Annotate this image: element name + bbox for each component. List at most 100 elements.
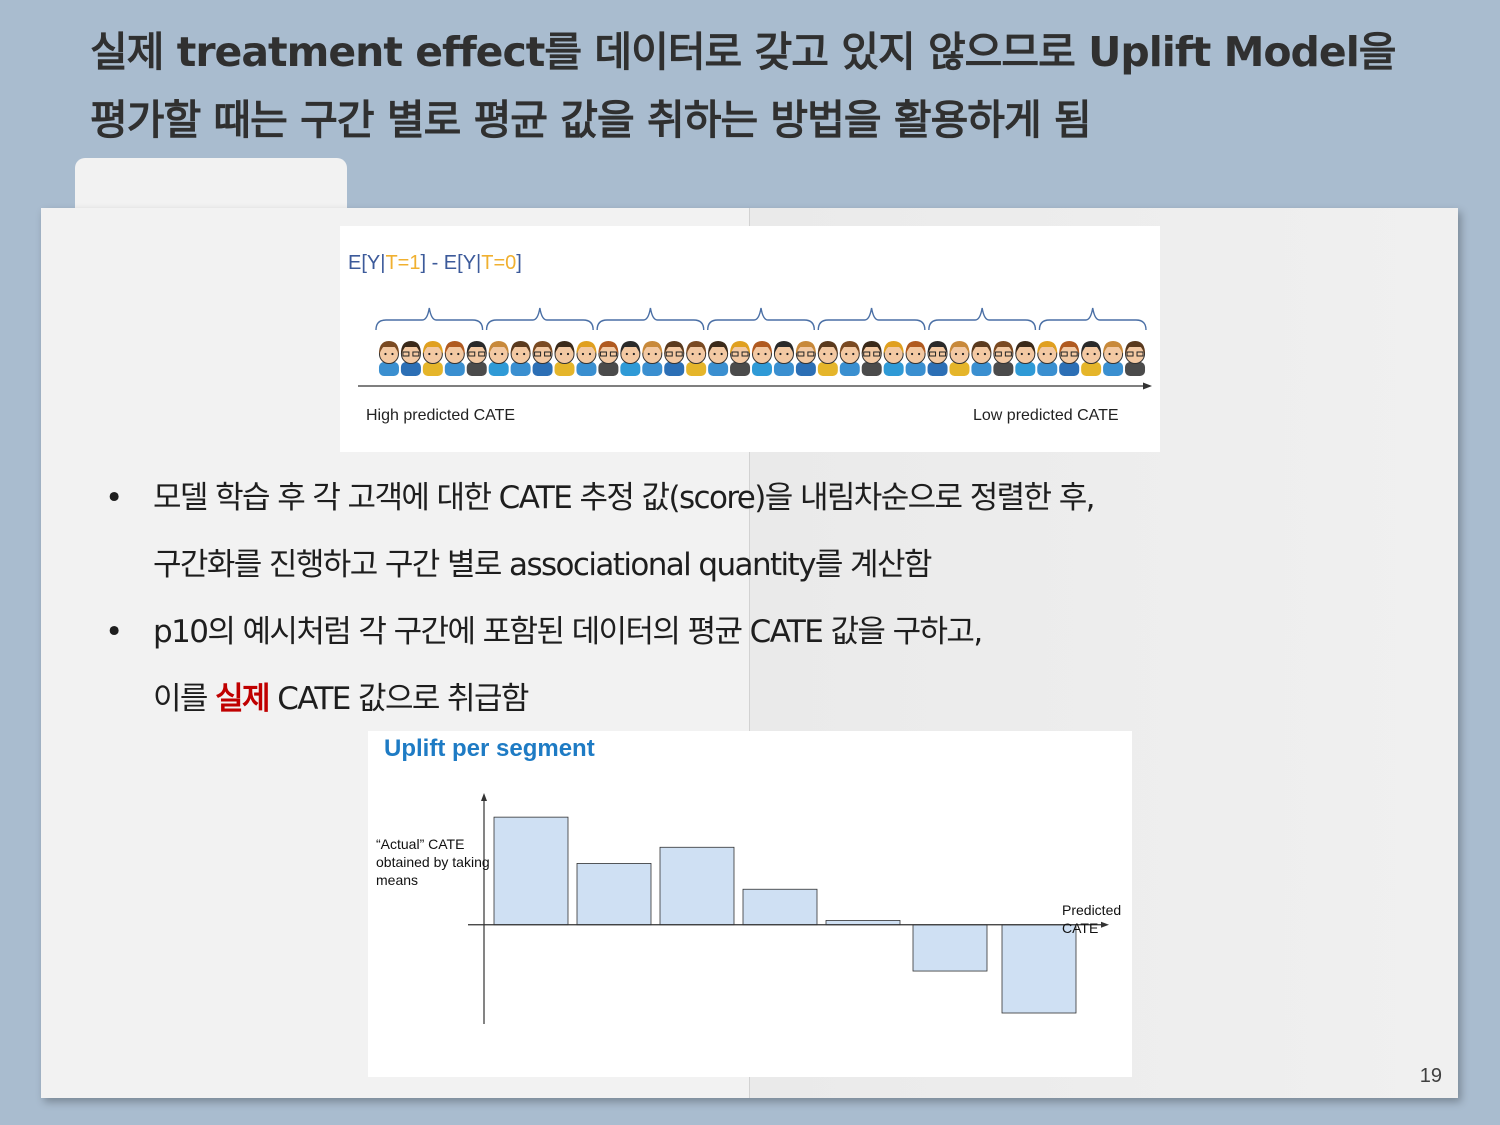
person-icon [993,341,1014,376]
person-shirt [839,362,860,376]
person-icon [1103,341,1124,376]
slide-title-line-1: 실제 treatment effect를 데이터로 갖고 있지 않으므로 Upl… [90,28,1396,76]
person-shirt [708,362,729,376]
person-icon [883,341,904,376]
person-eye [435,352,438,356]
person-eye [428,352,431,356]
person-eye [786,352,789,356]
bullet-1-line-2: 구간화를 진행하고 구간 별로 associational quantity를 … [153,547,932,583]
person-eye [494,352,497,356]
x-axis-label: Predicted CATE [1062,902,1122,936]
person-shirt [510,362,531,376]
low-cate-label: Low predicted CATE [973,407,1119,424]
person-shirt [1037,362,1058,376]
highlight-word: 실제 [215,681,270,717]
person-icon [1125,341,1146,376]
person-eye [1108,352,1111,356]
person-eye [823,352,826,356]
crowd-figure: E[Y|T=1] - E[Y|T=0] High predicted CATE … [340,226,1160,452]
person-eye [852,352,855,356]
person-icon [1015,341,1036,376]
person-eye [384,352,387,356]
bullet-2-line-1: p10의 예시처럼 각 구간에 포함된 데이터의 평균 CATE 값을 구하고, [153,614,983,650]
person-shirt [400,362,421,376]
bullet-2-line-2: 이를 실제 CATE 값으로 취급함 [153,671,529,727]
person-eye [698,352,701,356]
person-shirt [1015,362,1036,376]
person-shirt [795,362,816,376]
bar-segment-1 [493,816,569,926]
person-eye [757,352,760,356]
arrow-head-icon [1143,382,1152,390]
person-icon [664,341,685,376]
person-icon [773,341,794,376]
person-shirt [817,362,838,376]
person-shirt [730,362,751,376]
person-eye [566,352,570,356]
person-icon [686,341,707,376]
bullet-1: • 모델 학습 후 각 고객에 대한 CATE 추정 값(score)을 내림차… [105,470,1255,537]
person-shirt [1059,362,1080,376]
person-icon [532,341,553,376]
person-icon [510,341,531,376]
uplift-chart: Uplift per segment “Actual” CATE obtaine… [368,731,1132,1077]
person-shirt [620,362,641,376]
bar-segment-4 [742,888,818,926]
person-eye [911,352,914,356]
crowd-illustration [358,307,1152,390]
person-eye [647,352,650,356]
person-eye [720,352,723,356]
person-eye [632,352,635,356]
person-shirt [949,362,970,376]
segment-brace [1038,307,1147,331]
person-icon [400,341,421,376]
bar-chart-svg [468,793,1109,1024]
person-icon [620,341,641,376]
person-icon [642,341,663,376]
person-icon [1081,341,1102,376]
person-shirt [971,362,992,376]
person-eye [1027,352,1030,356]
person-shirt [1125,362,1146,376]
person-eye [889,352,892,356]
person-shirt [752,362,772,376]
segment-brace [817,307,926,331]
person-eye [588,352,592,356]
person-shirt [466,362,487,376]
person-eye [625,352,628,356]
person-icon [488,341,509,376]
person-eye [457,352,460,356]
person-shirt [378,362,399,376]
person-eye [918,352,921,356]
high-cate-label: High predicted CATE [366,407,516,424]
bullet-2-text-before: 이를 [153,681,216,717]
person-shirt [664,362,685,376]
bar-segment-5 [825,920,901,926]
bullet-list: • 모델 학습 후 각 고객에 대한 CATE 추정 값(score)을 내림차… [105,470,1255,738]
person-shirt [773,362,794,376]
person-shirt [927,362,948,376]
bullet-2-text-after: CATE 값으로 취급함 [268,681,529,717]
person-eye [501,352,504,356]
person-shirt [686,362,707,376]
person-icon [839,341,860,376]
bullet-dot: • [105,614,123,650]
person-eye [516,352,519,356]
bullet-2-continuation: 이를 실제 CATE 값으로 취급함 [105,671,1255,738]
bullet-1-line-1: 모델 학습 후 각 고객에 대한 CATE 추정 값(score)을 내림차순으… [153,480,1096,516]
person-icon [949,341,970,376]
person-icon [795,341,816,376]
bullet-2: • p10의 예시처럼 각 구간에 포함된 데이터의 평균 CATE 값을 구하… [105,604,1255,671]
person-eye [1086,352,1089,356]
bar-segment-2 [576,863,652,926]
person-eye [830,352,833,356]
person-icon [1037,341,1058,376]
person-icon [861,341,882,376]
segment-brace [485,307,594,331]
person-eye [1020,352,1023,356]
person-eye [713,352,716,356]
segment-brace [375,307,484,331]
person-eye [779,352,782,356]
person-icon [1059,341,1080,376]
person-eye [976,352,980,356]
